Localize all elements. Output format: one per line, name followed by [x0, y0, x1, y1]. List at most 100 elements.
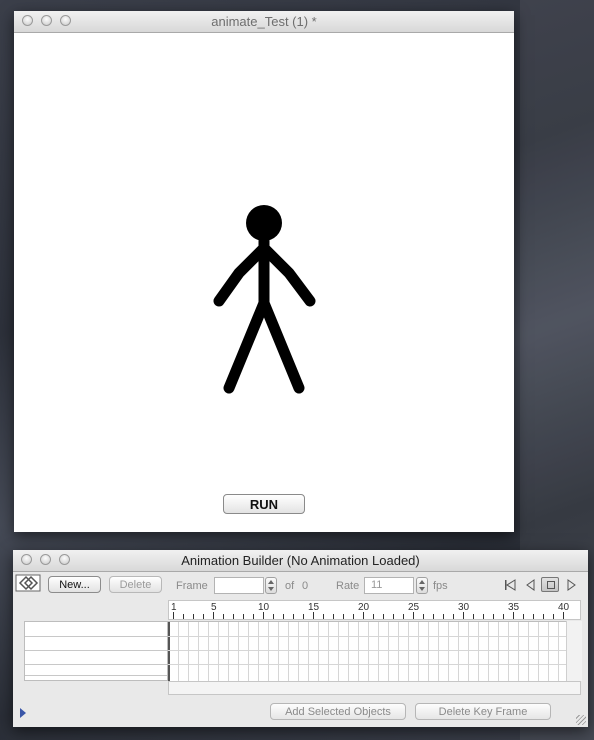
ruler-tick [483, 614, 484, 619]
grid-column-line [278, 622, 279, 681]
grid-column-line [558, 622, 559, 681]
frame-ruler[interactable]: 1 5 10 15 20 25 30 35 40 [168, 600, 581, 620]
ruler-tick [393, 614, 394, 619]
animation-canvas[interactable]: RUN [14, 33, 514, 532]
onion-skin-icon[interactable] [15, 574, 41, 592]
ruler-tick [263, 612, 264, 619]
grid-column-line [518, 622, 519, 681]
grid-column-line [308, 622, 309, 681]
ruler-tick [223, 614, 224, 619]
ruler-tick [543, 614, 544, 619]
grid-column-line [228, 622, 229, 681]
add-selected-objects-button[interactable]: Add Selected Objects [270, 703, 406, 720]
grid-column-line [458, 622, 459, 681]
builder-window-title: Animation Builder (No Animation Loaded) [181, 553, 420, 568]
disclosure-triangle-icon[interactable] [20, 708, 26, 718]
ruler-label: 15 [308, 602, 320, 613]
delete-animation-button[interactable]: Delete [109, 576, 162, 593]
stop-icon[interactable] [541, 577, 559, 592]
grid-column-line [218, 622, 219, 681]
timeline-vertical-scrollbar[interactable] [566, 621, 582, 681]
ruler-tick [533, 614, 534, 619]
grid-column-line [548, 622, 549, 681]
ruler-tick [183, 614, 184, 619]
grid-column-line [198, 622, 199, 681]
animation-builder-window: Animation Builder (No Animation Loaded) … [13, 550, 588, 727]
ruler-tick [363, 612, 364, 619]
grid-column-line [488, 622, 489, 681]
ruler-tick [503, 614, 504, 619]
grid-column-line [318, 622, 319, 681]
ruler-tick [213, 612, 214, 619]
grid-column-line [508, 622, 509, 681]
grid-column-line [358, 622, 359, 681]
prev-frame-icon[interactable] [526, 579, 536, 591]
ruler-tick [563, 612, 564, 619]
ruler-tick [553, 614, 554, 619]
grid-column-line [528, 622, 529, 681]
frame-label: Frame [176, 580, 208, 592]
ruler-tick [493, 614, 494, 619]
ruler-tick [353, 614, 354, 619]
grid-row-line [168, 664, 581, 665]
resize-grip-icon[interactable] [576, 715, 586, 725]
grid-column-line [388, 622, 389, 681]
grid-column-line [328, 622, 329, 681]
animate-window-title: animate_Test (1) * [211, 14, 317, 29]
frame-field[interactable] [214, 577, 264, 594]
ruler-tick [413, 612, 414, 619]
grid-column-line [368, 622, 369, 681]
ruler-tick [173, 612, 174, 619]
run-button[interactable]: RUN [223, 494, 305, 514]
frame-stepper[interactable] [265, 577, 277, 594]
ruler-label: 30 [458, 602, 470, 613]
grid-column-line [448, 622, 449, 681]
ruler-tick [253, 614, 254, 619]
grid-column-line [238, 622, 239, 681]
layers-list[interactable] [24, 621, 168, 681]
new-animation-button[interactable]: New... [48, 576, 101, 593]
grid-column-line [348, 622, 349, 681]
grid-column-line [178, 622, 179, 681]
timeline-grid[interactable] [168, 621, 581, 681]
ruler-tick [473, 614, 474, 619]
stick-figure-icon[interactable] [209, 203, 319, 403]
ruler-tick [293, 614, 294, 619]
grid-column-line [478, 622, 479, 681]
ruler-tick [203, 614, 204, 619]
grid-column-line [538, 622, 539, 681]
rate-stepper[interactable] [416, 577, 428, 594]
ruler-tick [463, 612, 464, 619]
grid-column-line [338, 622, 339, 681]
ruler-tick [373, 614, 374, 619]
ruler-tick [383, 614, 384, 619]
grid-column-line [398, 622, 399, 681]
rate-field[interactable]: 11 [364, 577, 414, 594]
ruler-tick [283, 614, 284, 619]
frame-total: 0 [302, 580, 309, 592]
animate-titlebar[interactable]: animate_Test (1) * [14, 11, 514, 33]
ruler-tick [333, 614, 334, 619]
grid-column-line [378, 622, 379, 681]
next-frame-icon[interactable] [566, 579, 576, 591]
timeline-horizontal-scrollbar[interactable] [168, 681, 581, 695]
fps-label: fps [433, 580, 448, 592]
ruler-tick [403, 614, 404, 619]
ruler-tick [193, 614, 194, 619]
stick-left-leg [223, 297, 270, 394]
playhead[interactable] [168, 622, 170, 681]
grid-column-line [418, 622, 419, 681]
grid-column-line [498, 622, 499, 681]
grid-column-line [288, 622, 289, 681]
grid-column-line [468, 622, 469, 681]
first-frame-icon[interactable] [504, 579, 516, 591]
delete-key-frame-button[interactable]: Delete Key Frame [415, 703, 551, 720]
ruler-label: 1 [171, 602, 177, 613]
animate-window: animate_Test (1) * RUN [14, 11, 514, 532]
builder-titlebar[interactable]: Animation Builder (No Animation Loaded) [13, 550, 588, 572]
grid-row-line [168, 650, 581, 651]
ruler-label: 35 [508, 602, 520, 613]
grid-column-line [208, 622, 209, 681]
stick-right-arm [258, 242, 316, 307]
ruler-tick [323, 614, 324, 619]
